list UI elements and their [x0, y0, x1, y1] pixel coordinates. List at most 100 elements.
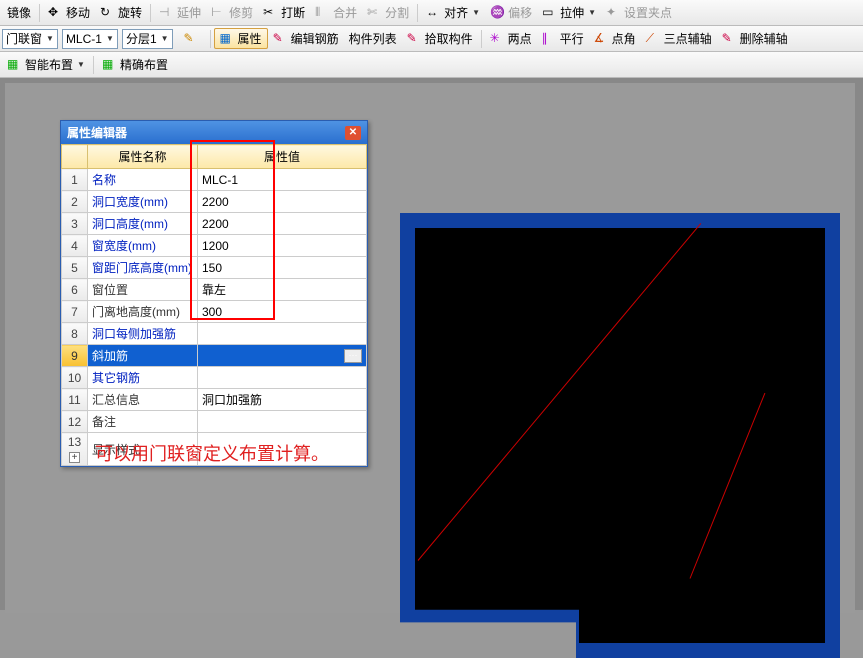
table-row[interactable]: 10其它钢筋 [62, 367, 367, 389]
table-row[interactable]: 6窗位置靠左 [62, 279, 367, 301]
rownum-cell: 12 [62, 411, 88, 433]
merge-icon: ⫴ [315, 5, 331, 21]
table-row[interactable]: 1名称MLC-1 [62, 169, 367, 191]
propname-cell: 备注 [88, 411, 198, 433]
toolbar-layout: ▦智能布置▼ ▦精确布置 [0, 52, 863, 78]
smartlayout-button[interactable]: ▦智能布置▼ [3, 54, 89, 75]
threepoint-icon: ⟋ [646, 31, 662, 47]
rotate-icon: ↻ [100, 5, 116, 21]
propname-cell: 窗宽度(mm) [88, 235, 198, 257]
toolbar-component: 门联窗▼ MLC-1▼ 分层1▼ ✎ ▦属性 ✎编辑钢筋 构件列表 ✎拾取构件 … [0, 26, 863, 52]
merge-button[interactable]: ⫴合并 [311, 2, 361, 23]
attributes-icon: ▦ [220, 31, 236, 47]
trim-button[interactable]: ⊢修剪 [207, 2, 257, 23]
parallel-icon: ∥ [542, 31, 558, 47]
col-propvalue: 属性值 [198, 145, 367, 169]
editrebar-button[interactable]: ✎编辑钢筋 [269, 28, 343, 49]
propvalue-cell[interactable] [198, 323, 367, 345]
brush-button[interactable]: ✎ [180, 29, 206, 49]
expand-icon[interactable]: + [69, 452, 80, 463]
smart-icon: ▦ [7, 57, 23, 73]
rownum-cell: 11 [62, 389, 88, 411]
align-icon: ↔ [426, 5, 442, 21]
propvalue-cell[interactable]: 1200 [198, 235, 367, 257]
propvalue-cell[interactable]: 150 [198, 257, 367, 279]
table-row[interactable]: 2洞口宽度(mm)2200 [62, 191, 367, 213]
propname-cell: 洞口每侧加强筋 [88, 323, 198, 345]
delete-icon: ✎ [722, 31, 738, 47]
rownum-cell: 3 [62, 213, 88, 235]
twopoint-button[interactable]: ✳两点 [486, 28, 536, 49]
table-row[interactable]: 8洞口每侧加强筋 [62, 323, 367, 345]
angle-icon: ∡ [594, 31, 610, 47]
mirror-button[interactable]: 镜像 [3, 2, 35, 23]
propvalue-cell[interactable]: 300 [198, 301, 367, 323]
table-row[interactable]: 3洞口高度(mm)2200 [62, 213, 367, 235]
wall-interior [415, 228, 825, 643]
stretch-icon: ▭ [542, 5, 558, 21]
table-row[interactable]: 9斜加筋 ⋯ [62, 345, 367, 367]
deleteaxis-button[interactable]: ✎删除辅轴 [718, 28, 792, 49]
move-button[interactable]: ✥移动 [44, 2, 94, 23]
attributes-button[interactable]: ▦属性 [214, 28, 268, 49]
col-propname: 属性名称 [88, 145, 198, 169]
propvalue-cell[interactable] [198, 367, 367, 389]
panel-titlebar[interactable]: 属性编辑器 ✕ [61, 121, 367, 144]
table-row[interactable]: 4窗宽度(mm)1200 [62, 235, 367, 257]
propvalue-cell[interactable]: 2200 [198, 213, 367, 235]
toolbar-edit: 镜像 ✥移动 ↻旋转 ⊣延伸 ⊢修剪 ✂打断 ⫴合并 ✄分割 ↔对齐▼ ♒偏移 … [0, 0, 863, 26]
pointangle-button[interactable]: ∡点角 [590, 28, 640, 49]
propvalue-cell[interactable] [198, 411, 367, 433]
propvalue-cell[interactable]: 2200 [198, 191, 367, 213]
propvalue-cell[interactable]: ⋯ [198, 345, 367, 367]
split-button[interactable]: ✄分割 [363, 2, 413, 23]
threepoint-button[interactable]: ⟋三点辅轴 [642, 28, 716, 49]
setgrip-button[interactable]: ✦设置夹点 [602, 2, 676, 23]
propvalue-cell[interactable]: MLC-1 [198, 169, 367, 191]
propname-cell: 斜加筋 [88, 345, 198, 367]
layer-select[interactable]: 分层1▼ [122, 29, 173, 49]
category-select[interactable]: 门联窗▼ [2, 29, 58, 49]
table-row[interactable]: 5窗距门底高度(mm)150 [62, 257, 367, 279]
propvalue-cell[interactable]: 洞口加强筋 [198, 389, 367, 411]
table-row[interactable]: 12备注 [62, 411, 367, 433]
rownum-cell: 6 [62, 279, 88, 301]
pickcomponent-button[interactable]: ✎拾取构件 [403, 28, 477, 49]
break-button[interactable]: ✂打断 [259, 2, 309, 23]
propname-cell: 门离地高度(mm) [88, 301, 198, 323]
property-grid: 属性名称 属性值 1名称MLC-12洞口宽度(mm)22003洞口高度(mm)2… [61, 144, 367, 466]
component-select[interactable]: MLC-1▼ [62, 29, 118, 49]
rownum-cell: 1 [62, 169, 88, 191]
rownum-cell: 8 [62, 323, 88, 345]
propname-cell: 窗距门底高度(mm) [88, 257, 198, 279]
propname-cell: 洞口宽度(mm) [88, 191, 198, 213]
rotate-button[interactable]: ↻旋转 [96, 2, 146, 23]
extend-button[interactable]: ⊣延伸 [155, 2, 205, 23]
property-editor-panel: 属性编辑器 ✕ 属性名称 属性值 1名称MLC-12洞口宽度(mm)22003洞… [60, 120, 368, 467]
rownum-cell: 4 [62, 235, 88, 257]
offset-button[interactable]: ♒偏移 [486, 2, 536, 23]
stretch-button[interactable]: ▭拉伸▼ [538, 2, 600, 23]
table-row[interactable]: 7门离地高度(mm)300 [62, 301, 367, 323]
rownum-cell: 5 [62, 257, 88, 279]
grip-icon: ✦ [606, 5, 622, 21]
parallel-button[interactable]: ∥平行 [538, 28, 588, 49]
rownum-cell: 9 [62, 345, 88, 367]
componentlist-button[interactable]: 构件列表 [345, 28, 401, 49]
propname-cell: 其它钢筋 [88, 367, 198, 389]
rebar-icon: ✎ [273, 31, 289, 47]
col-rownum [62, 145, 88, 169]
preciselayout-button[interactable]: ▦精确布置 [98, 54, 172, 75]
propname-cell: 窗位置 [88, 279, 198, 301]
align-button[interactable]: ↔对齐▼ [422, 2, 484, 23]
twopoint-icon: ✳ [490, 31, 506, 47]
table-row[interactable]: 11汇总信息洞口加强筋 [62, 389, 367, 411]
rownum-cell: 10 [62, 367, 88, 389]
propvalue-cell[interactable]: 靠左 [198, 279, 367, 301]
extend-icon: ⊣ [159, 5, 175, 21]
move-icon: ✥ [48, 5, 64, 21]
ellipsis-button[interactable]: ⋯ [344, 349, 362, 363]
offset-icon: ♒ [490, 5, 506, 21]
rownum-cell: 13 + [62, 433, 88, 466]
close-icon[interactable]: ✕ [345, 126, 361, 140]
